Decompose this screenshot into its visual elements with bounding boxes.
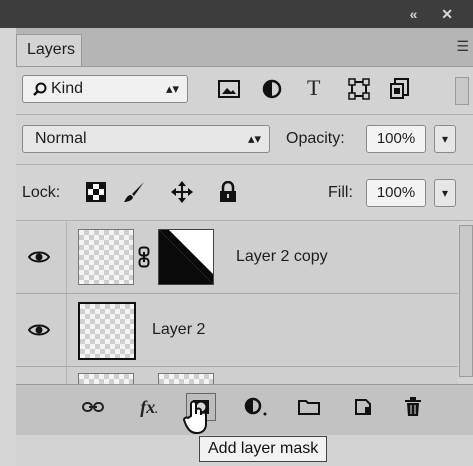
lock-row: Lock: Fill: 100% ▾ [16, 165, 473, 219]
lock-position-move-icon[interactable] [170, 180, 194, 204]
layers-scrollbar[interactable] [459, 225, 473, 377]
fill-label: Fill: [328, 184, 353, 201]
layers-list: Layer 2 copy Layer 2 [16, 221, 473, 384]
delete-layer-trash-icon[interactable] [398, 393, 428, 421]
filter-kind-select[interactable]: Kind ▴▾ [22, 75, 188, 103]
layer-mask-thumbnail[interactable] [158, 373, 214, 384]
chevron-updown-icon: ▴▾ [165, 81, 179, 96]
layer-row-partial[interactable] [16, 367, 458, 384]
layers-panel: Layers ☰ Kind ▴▾ T Normal ▴▾ Opacity: 10… [16, 28, 473, 466]
new-layer-icon[interactable] [348, 393, 378, 421]
layer-thumbnail[interactable] [78, 229, 134, 285]
filter-toggle[interactable] [455, 77, 469, 105]
link-layers-icon[interactable] [78, 393, 108, 421]
lock-all-padlock-icon[interactable] [219, 181, 237, 203]
eye-visibility-icon[interactable] [28, 323, 50, 337]
panel-tab-row: Layers ☰ [16, 28, 473, 67]
fx-label: fx [140, 397, 156, 417]
blend-mode-value: Normal [35, 130, 87, 147]
lock-transparent-pixels-icon[interactable] [86, 182, 106, 202]
lock-label: Lock: [22, 184, 61, 201]
layer-style-fx-icon[interactable]: fx. [134, 393, 164, 421]
layer-row[interactable]: Layer 2 [16, 294, 458, 367]
new-adjustment-layer-icon[interactable] [242, 393, 272, 421]
mask-gradient-shape [159, 230, 213, 284]
search-icon [33, 82, 47, 96]
adjustment-filter-icon[interactable] [262, 79, 282, 99]
panel-menu-icon[interactable]: ☰ [456, 38, 469, 55]
smart-object-filter-icon[interactable] [390, 78, 410, 100]
layer-mask-thumbnail[interactable] [158, 229, 214, 285]
new-group-folder-icon[interactable] [294, 393, 324, 421]
fill-field[interactable]: 100% [366, 179, 426, 207]
shape-filter-icon[interactable] [348, 78, 370, 100]
filter-row: Kind ▴▾ T [16, 67, 473, 113]
image-filter-icon[interactable] [218, 79, 240, 99]
layer-name[interactable]: Layer 2 copy [236, 247, 328, 267]
blend-mode-select[interactable]: Normal ▴▾ [22, 125, 270, 153]
layers-bottom-toolbar: fx. [16, 384, 473, 435]
filter-kind-label: Kind [51, 80, 84, 97]
layer-row[interactable]: Layer 2 copy [16, 221, 458, 294]
fill-dropdown-button[interactable]: ▾ [434, 179, 456, 207]
blend-row: Normal ▴▾ Opacity: 100% ▾ [16, 115, 473, 163]
opacity-dropdown-button[interactable]: ▾ [434, 125, 456, 153]
tooltip: Add layer mask [199, 436, 328, 462]
hand-pointer-cursor-icon [182, 400, 207, 434]
lock-image-pixels-brush-icon[interactable] [122, 180, 146, 204]
mask-link-chain-icon[interactable] [138, 246, 150, 268]
eye-visibility-icon[interactable] [28, 250, 50, 264]
type-filter-icon[interactable]: T [307, 77, 320, 99]
panel-title-bar: « ✕ [0, 0, 473, 28]
opacity-field[interactable]: 100% [366, 125, 426, 153]
chevron-updown-icon: ▴▾ [247, 131, 261, 146]
layer-name[interactable]: Layer 2 [152, 320, 205, 340]
tab-layers[interactable]: Layers [16, 34, 82, 66]
panel-window-controls[interactable]: « ✕ [410, 6, 463, 23]
layer-thumbnail-selected[interactable] [78, 302, 136, 360]
opacity-label: Opacity: [286, 130, 345, 147]
layer-thumbnail[interactable] [78, 373, 134, 384]
visibility-column [16, 367, 67, 384]
